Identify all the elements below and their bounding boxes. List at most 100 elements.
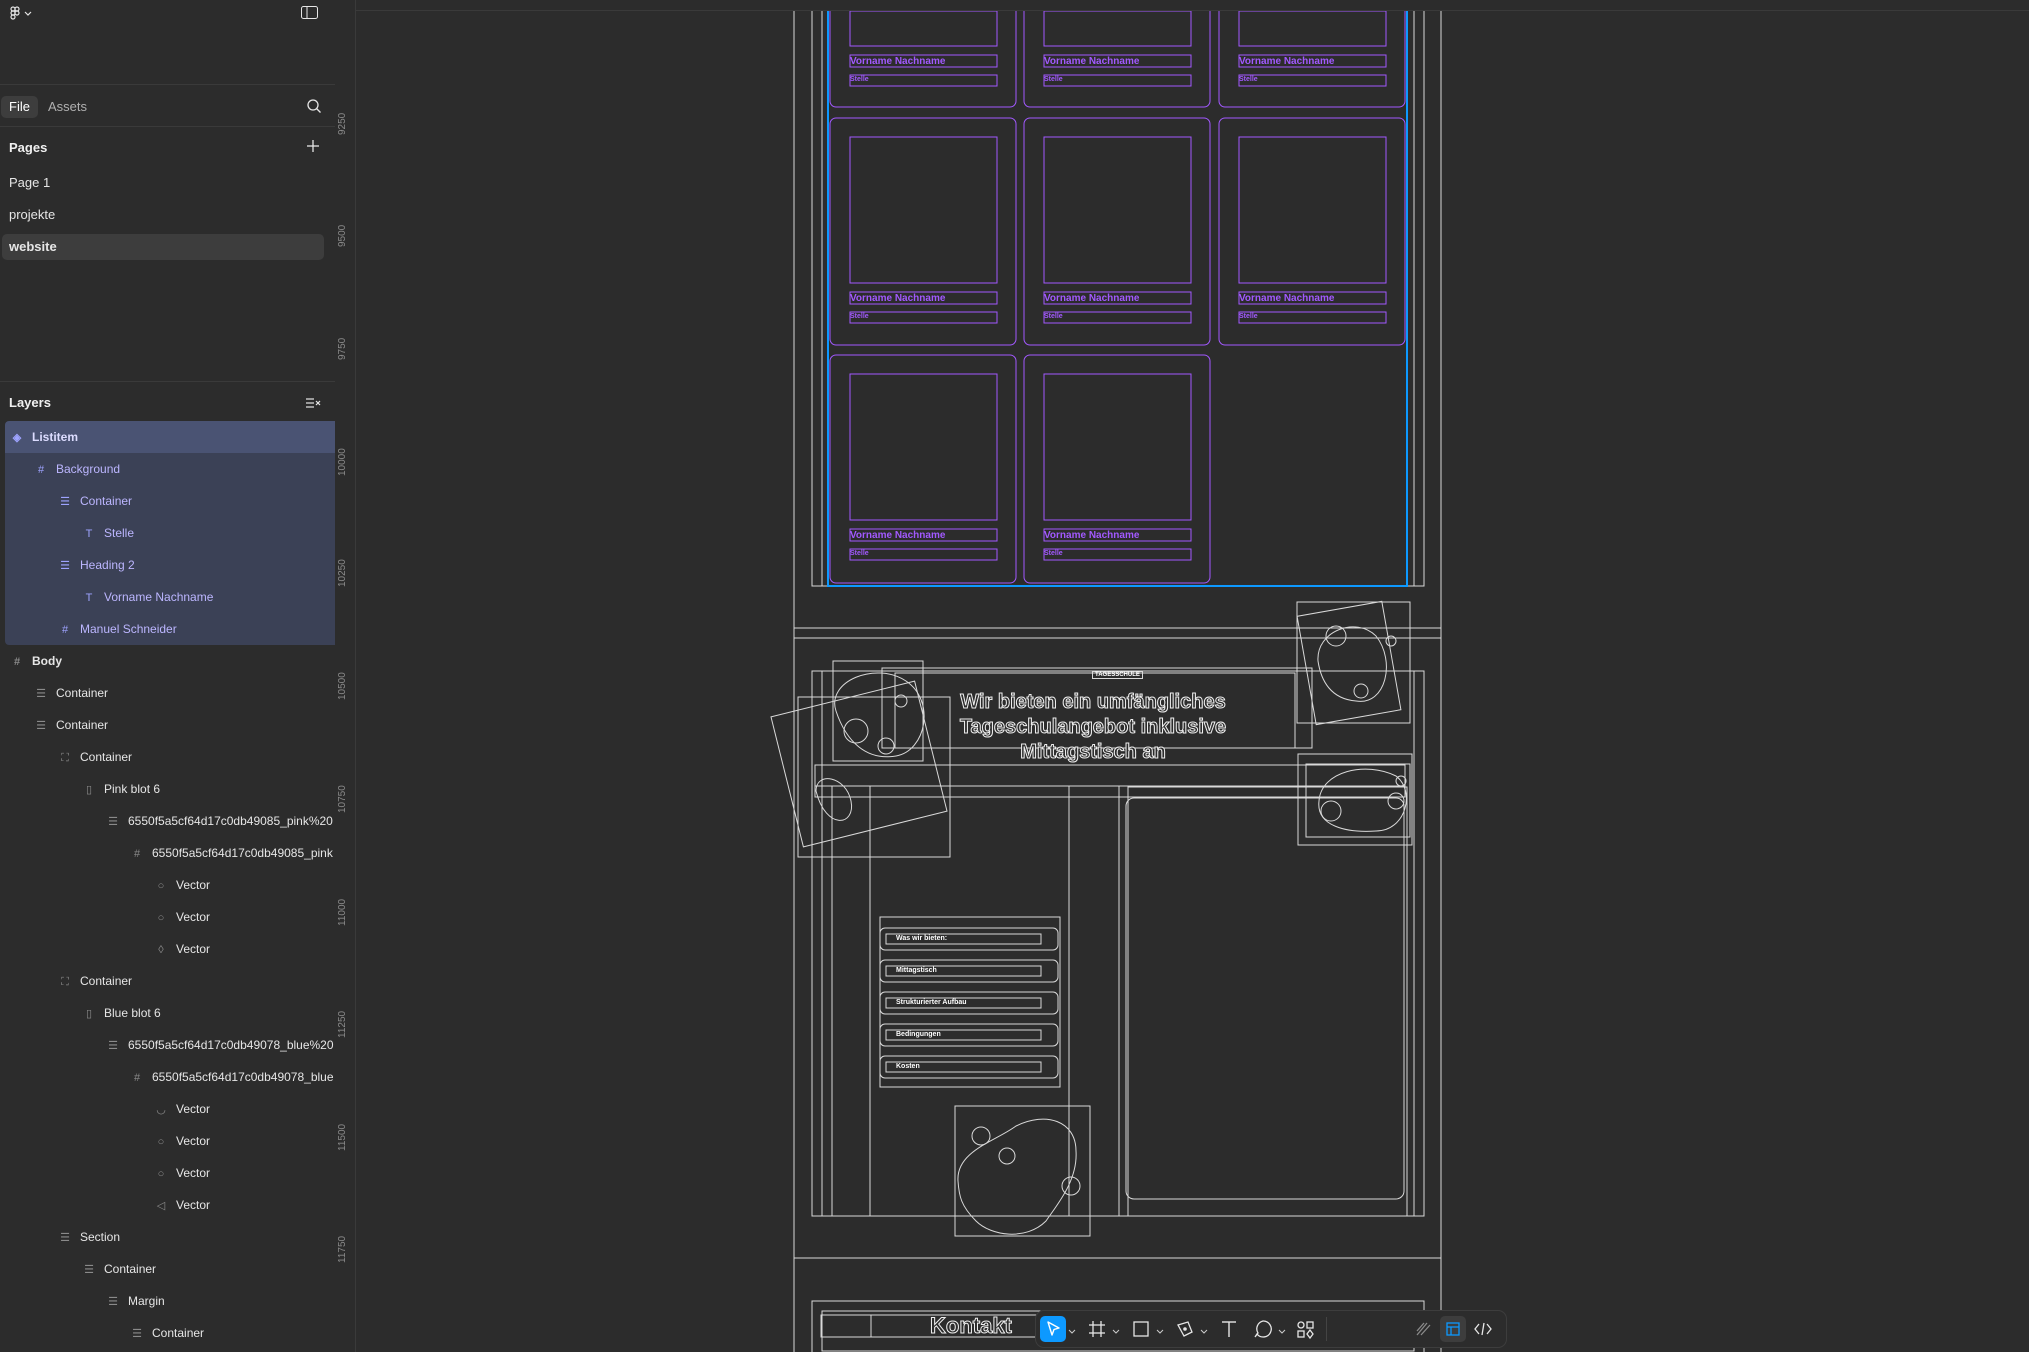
layers-title: Layers (9, 395, 51, 410)
layer-vector[interactable]: ◡ Vector (5, 1093, 335, 1125)
contact-heading: Kontakt (930, 1313, 1013, 1339)
collapse-layers-icon[interactable] (306, 396, 321, 414)
ruler-label: 9750 (337, 337, 348, 360)
panel-tabs: File Assets (0, 88, 335, 127)
heading-line: Tageschulangebot inklusive (959, 716, 1227, 739)
auto-layout-icon: ☰ (60, 560, 70, 572)
accordion-item-label: Was wir bieten: (896, 935, 948, 942)
layer-container[interactable]: ☰ Container (5, 1253, 335, 1285)
layer-blue-frame[interactable]: #6550f5a5cf64d17c0db49078_blue (5, 1061, 335, 1093)
design-mode-icon[interactable] (1440, 1316, 1466, 1342)
pen-tool-icon[interactable] (1172, 1316, 1198, 1342)
chevron-down-icon[interactable] (1156, 1323, 1164, 1341)
comment-tool-icon[interactable] (1250, 1316, 1276, 1342)
layer-container[interactable]: ☰ Container (5, 677, 335, 709)
layer-container[interactable]: ⛶ Container (5, 741, 335, 773)
card-name: Vorname Nachname (1239, 293, 1335, 304)
ruler-label: 9250 (337, 112, 348, 135)
actions-icon[interactable] (1292, 1316, 1318, 1342)
pages-title: Pages (9, 140, 48, 155)
ruler-label: 10000 (337, 448, 348, 476)
page-item-page-1[interactable]: Page 1 (2, 170, 324, 196)
vector-icon: ◡ (156, 1104, 166, 1116)
ruler-label: 11500 (337, 1123, 348, 1151)
page-item-projekte[interactable]: projekte (2, 202, 324, 228)
layer-container[interactable]: ⛶ Container (5, 965, 335, 997)
layer-pink-blot-6[interactable]: ▯ Pink blot 6 (5, 773, 335, 805)
toolbar-divider (1326, 1317, 1327, 1341)
layer-vorname-nachname[interactable]: T Vorname Nachname (5, 581, 335, 613)
card-name: Vorname Nachname (1044, 293, 1140, 304)
layer-container[interactable]: ☰ Container (5, 1317, 335, 1349)
scale-icon: ⛶ (61, 976, 69, 988)
accordion-item-label: Strukturierter Aufbau (896, 999, 967, 1006)
layer-vector[interactable]: ◊ Vector (5, 933, 335, 965)
layer-pink-frame[interactable]: #6550f5a5cf64d17c0db49085_pink (5, 837, 335, 869)
sidebar-toggle-icon[interactable] (301, 6, 318, 24)
layer-blue-auto[interactable]: ☰ 6550f5a5cf64d17c0db49078_blue%20 (5, 1029, 335, 1061)
layer-container[interactable]: ☰ Container (5, 485, 335, 517)
layer-pink-auto[interactable]: ☰ 6550f5a5cf64d17c0db49085_pink%20 (5, 805, 335, 837)
frame-tool-icon[interactable] (1084, 1316, 1110, 1342)
card-role: Stelle (850, 76, 869, 83)
ruler-label: 10250 (337, 559, 348, 587)
chevron-down-icon[interactable] (1278, 1323, 1286, 1341)
card-role: Stelle (1239, 313, 1258, 320)
bottom-toolbar (1036, 1311, 1506, 1347)
frame-icon: # (133, 1072, 141, 1084)
tab-assets[interactable]: Assets (40, 96, 95, 118)
chevron-down-icon[interactable] (1200, 1323, 1208, 1341)
auto-layout-icon: ☰ (36, 688, 46, 700)
figma-icon[interactable] (10, 6, 34, 25)
chevron-down-icon[interactable] (1068, 1323, 1076, 1341)
layer-vector[interactable]: ○ Vector (5, 1125, 335, 1157)
layer-vector[interactable]: ○ Vector (5, 901, 335, 933)
card-role: Stelle (850, 550, 869, 557)
draw-mode-icon[interactable] (1410, 1316, 1436, 1342)
layer-section[interactable]: ☰ Section (5, 1221, 335, 1253)
search-icon[interactable] (306, 98, 322, 119)
vector-icon: ○ (157, 912, 165, 924)
layer-container[interactable]: ☰ Container (5, 709, 335, 741)
scale-icon: ⛶ (61, 752, 69, 764)
dev-mode-icon[interactable] (1470, 1316, 1496, 1342)
card-role: Stelle (1239, 76, 1258, 83)
auto-layout-icon: ☰ (108, 1040, 118, 1052)
layer-margin[interactable]: ☰ Margin (5, 1285, 335, 1317)
layer-listitem[interactable]: ◈ Listitem (5, 421, 335, 453)
layer-vector[interactable]: ◁ Vector (5, 1189, 335, 1221)
image-icon: ▯ (85, 1008, 93, 1020)
ruler-label: 11750 (337, 1235, 348, 1263)
image-icon: ▯ (85, 784, 93, 796)
layer-stelle[interactable]: T Stelle (5, 517, 335, 549)
ruler-label: 9500 (337, 224, 348, 247)
layer-background[interactable]: # Background (5, 453, 335, 485)
left-panel: File Assets Pages Page 1 projekte websit… (0, 0, 336, 1352)
frame-icon: # (61, 624, 69, 636)
accordion-item-label: Bedingungen (896, 1031, 941, 1038)
auto-layout-icon: ☰ (108, 816, 118, 828)
layer-body[interactable]: # Body (5, 645, 335, 677)
accordion-item-label: Mittagstisch (896, 967, 937, 974)
auto-layout-icon: ☰ (84, 1264, 94, 1276)
tab-file[interactable]: File (1, 96, 38, 118)
layer-vector[interactable]: ○ Vector (5, 1157, 335, 1189)
layer-heading-2[interactable]: ☰ Heading 2 (5, 549, 335, 581)
rectangle-tool-icon[interactable] (1128, 1316, 1154, 1342)
layer-vector[interactable]: ○ Vector (5, 869, 335, 901)
vector-icon: ○ (157, 1168, 165, 1180)
ruler-label: 10750 (337, 785, 348, 813)
component-icon: ◈ (12, 432, 22, 444)
layer-manuel-schneider[interactable]: # Manuel Schneider (5, 613, 335, 645)
move-tool-icon[interactable] (1040, 1316, 1066, 1342)
vertical-ruler: 9250 9500 9750 10000 10250 10500 10750 1… (335, 0, 356, 1352)
page-item-website[interactable]: website (2, 234, 324, 260)
design-canvas[interactable]: Vorname Nachname Vorname Nachname Vornam… (356, 11, 2029, 1352)
section-heading: Wir bieten ein umfängliches Tageschulang… (888, 690, 1298, 765)
card-name: Vorname Nachname (1044, 530, 1140, 541)
text-tool-icon[interactable] (1216, 1316, 1242, 1342)
panel-header (0, 0, 335, 85)
layer-blue-blot-6[interactable]: ▯ Blue blot 6 (5, 997, 335, 1029)
chevron-down-icon[interactable] (1112, 1323, 1120, 1341)
add-page-icon[interactable] (306, 139, 320, 158)
